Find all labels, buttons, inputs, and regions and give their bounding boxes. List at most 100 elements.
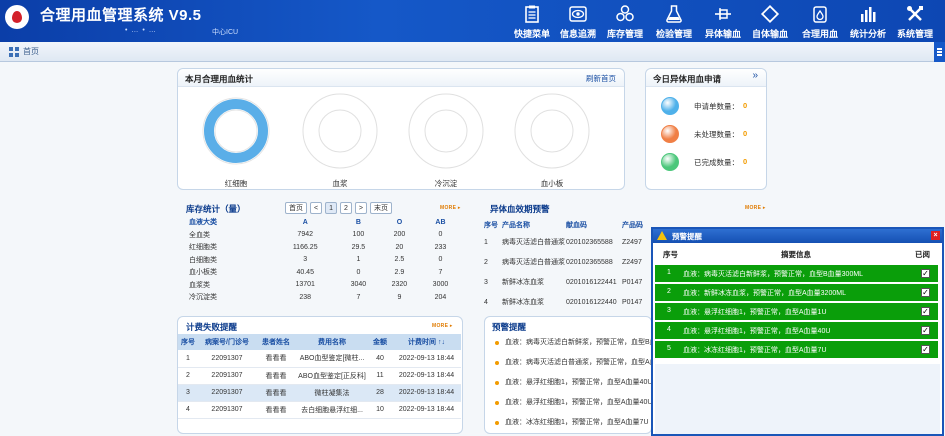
donut-label: 血小板 [540, 179, 564, 188]
inventory-more-link[interactable]: MORE ▸ [440, 205, 461, 211]
row-label: 申请单数量： [694, 102, 739, 111]
pager-page-1[interactable]: 1 [325, 202, 337, 214]
col-header: 摘要信息 [781, 250, 811, 259]
warning-list: 血液：病毒灭活滤白新鲜浆，预警正常，血型B血量 血液：病毒灭活滤白普通浆，预警正… [495, 337, 655, 436]
cell: 看看看 [256, 367, 296, 385]
eye-icon [569, 6, 587, 22]
donut-red-cells [202, 97, 270, 165]
cell: 血小板类 [189, 269, 217, 277]
cell: 2.9 [394, 268, 405, 276]
cell: P0147 [622, 278, 643, 286]
table-row[interactable]: 2 病毒灭活滤白普通浆 020102365588 Z2497 [484, 252, 652, 272]
pager-next-button[interactable]: > [354, 202, 367, 214]
fee-failure-table: 序号 病案号/门诊号 患者姓名 费用名称 金额 计费时间 ↑↓ 1 2209130… [178, 334, 461, 419]
nav-statistics[interactable]: 统计分析 [845, 4, 891, 40]
nav-label: 合理用血 [801, 29, 838, 39]
pager-page-2[interactable]: 2 [340, 202, 352, 214]
cell: 28 [368, 384, 392, 402]
nav-quick-menu[interactable]: 快捷菜单 [509, 4, 555, 40]
nav-system[interactable]: 系统管理 [892, 4, 938, 40]
table-row[interactable]: 1 22091307 看看看 ABO血型鉴定[微柱... 40 2022-09-13 18… [178, 350, 461, 368]
col-header: 金额 [368, 334, 392, 350]
inventory-table: 血液大类 A B O AB 全血类 7942 100 200 0 红细胞类 1166.25… [183, 216, 461, 304]
list-item[interactable]: 血液：病毒灭活滤白新鲜浆，预警正常，血型B血量 [495, 337, 655, 357]
popup-row[interactable]: 5 血液：冰冻红细胞1，预警正常，血型A血量7U ✓ [655, 341, 938, 358]
row-value: 0 [743, 129, 748, 138]
list-item[interactable]: 血液：悬浮红细胞1，预警正常，血型A血量40U [495, 377, 655, 397]
cell: 红细胞类 [189, 244, 217, 252]
table-row[interactable]: 1 病毒灭活滤白普通浆 020102365588 Z2497 [484, 232, 652, 252]
cell: 22091307 [198, 384, 256, 402]
today-requests-panel: 今日异体用血申请 » 申请单数量： 0 未处理数量： 0 已完成数量： 0 [645, 68, 767, 190]
table-row[interactable]: 2 22091307 看看看 ABO血型鉴定[正反科] 11 2022-09-13 18:… [178, 367, 461, 385]
cell: 0 [438, 256, 443, 264]
sort-time-header[interactable]: 计费时间 ↑↓ [392, 334, 461, 350]
monthly-stats-title: 本月合理用血统计 [185, 74, 254, 84]
cell: Z2497 [622, 258, 642, 266]
cell: 40.45 [296, 268, 314, 276]
cell: P0147 [622, 298, 643, 306]
list-item[interactable]: 血液：悬浮红细胞1，预警正常，血型A血量40U [495, 397, 655, 417]
cell: 29.5 [351, 243, 366, 251]
nav-allogeneic[interactable]: 异体输血 [700, 4, 746, 40]
table-row[interactable]: 4 22091307 看看看 去白细胞悬浮红细... 10 2022-09-13 18:4… [178, 401, 461, 419]
table-row[interactable]: 3 22091307 看看看 微柱凝集法 28 2022-09-13 18:44 [178, 384, 461, 402]
popup-empty-area [655, 364, 940, 434]
table-row[interactable]: 3 新鲜冰冻血浆 0201016122441 P0147 [484, 272, 652, 292]
tab-home[interactable]: 首页 [23, 46, 39, 57]
col-header: 病案号/门诊号 [198, 334, 256, 350]
popup-row[interactable]: 1 血液：病毒灭活滤白新鲜浆，预警正常，血型B血量300ML ✓ [655, 265, 938, 282]
pager-first-button[interactable]: 首页 [285, 202, 307, 214]
cell: 2320 [391, 281, 408, 289]
col-header: 序号 [178, 334, 198, 350]
nav-label: 检验管理 [655, 29, 692, 39]
popup-title: 预警提醒 [672, 232, 702, 241]
pager-last-button[interactable]: 末页 [370, 202, 392, 214]
nav-trace[interactable]: 信息追溯 [555, 4, 601, 40]
list-item[interactable]: 血液：病毒灭活滤白普通浆，预警正常，血型A血量 [495, 357, 655, 377]
read-checkbox[interactable]: ✓ [921, 307, 930, 316]
read-checkbox[interactable]: ✓ [921, 288, 930, 297]
refresh-home-link[interactable]: 刷新首页 [586, 73, 616, 84]
expiry-table: 序号 产品名称 献血码 产品码 1 病毒灭活滤白普通浆 020102365588 Z2… [484, 217, 652, 312]
col-header: 产品名称 [502, 221, 530, 229]
grid-icon[interactable] [9, 47, 19, 57]
read-checkbox[interactable]: ✓ [921, 326, 930, 335]
cell: 血液：新鲜冰冻血浆，预警正常，血型A血量3200ML [683, 290, 846, 297]
nav-label: 系统管理 [896, 29, 933, 39]
cell: 40 [368, 350, 392, 368]
cell: 13701 [295, 281, 315, 289]
cell: 3040 [350, 281, 367, 289]
close-icon[interactable]: × [931, 231, 940, 240]
cell: 2022-09-13 18:44 [392, 367, 461, 385]
requests-more-icon[interactable]: » [752, 70, 758, 81]
cell: 2022-09-13 18:44 [392, 350, 461, 368]
nav-label: 统计分析 [849, 29, 886, 39]
table-row[interactable]: 4 新鲜冰冻血浆 0201016122440 P0147 [484, 292, 652, 312]
popup-table-header: 序号 摘要信息 已阅 [655, 245, 940, 263]
popup-row[interactable]: 3 血液：悬浮红细胞1，预警正常，血型A血量1U ✓ [655, 303, 938, 320]
cell: 2 [178, 367, 198, 385]
fees-more-link[interactable]: MORE ▸ [432, 323, 453, 329]
col-header: 产品码 [622, 221, 643, 229]
popup-header[interactable]: 预警提醒 × [653, 229, 942, 243]
popup-row[interactable]: 2 血液：新鲜冰冻血浆，预警正常，血型A血量3200ML ✓ [655, 284, 938, 301]
popup-row[interactable]: 4 血液：悬浮红细胞1，预警正常，血型A血量40U ✓ [655, 322, 938, 339]
menu-icon[interactable] [934, 42, 945, 62]
cell: 2.5 [394, 256, 405, 264]
nav-rational[interactable]: 合理用血 [797, 4, 843, 40]
app-header: 合理用血管理系统 V9.5 • … • … 中心ICU 快捷菜单 信息追溯 库存… [0, 0, 945, 42]
read-checkbox[interactable]: ✓ [921, 345, 930, 354]
blue-ball-icon [661, 97, 679, 115]
pager-prev-button[interactable]: < [310, 202, 323, 214]
read-checkbox[interactable]: ✓ [921, 269, 930, 278]
expiry-more-link[interactable]: MORE ▸ [745, 205, 766, 211]
cell: 1 [667, 269, 671, 276]
cell: 22091307 [198, 401, 256, 419]
cell: 233 [434, 243, 447, 251]
list-item[interactable]: 血液：冰冻红细胞1，预警正常，血型A血量7U [495, 417, 655, 436]
nav-autologous[interactable]: 自体输血 [747, 4, 793, 40]
cell: 白细胞类 [189, 256, 217, 264]
nav-lab[interactable]: 检验管理 [651, 4, 697, 40]
nav-inventory[interactable]: 库存管理 [602, 4, 648, 40]
